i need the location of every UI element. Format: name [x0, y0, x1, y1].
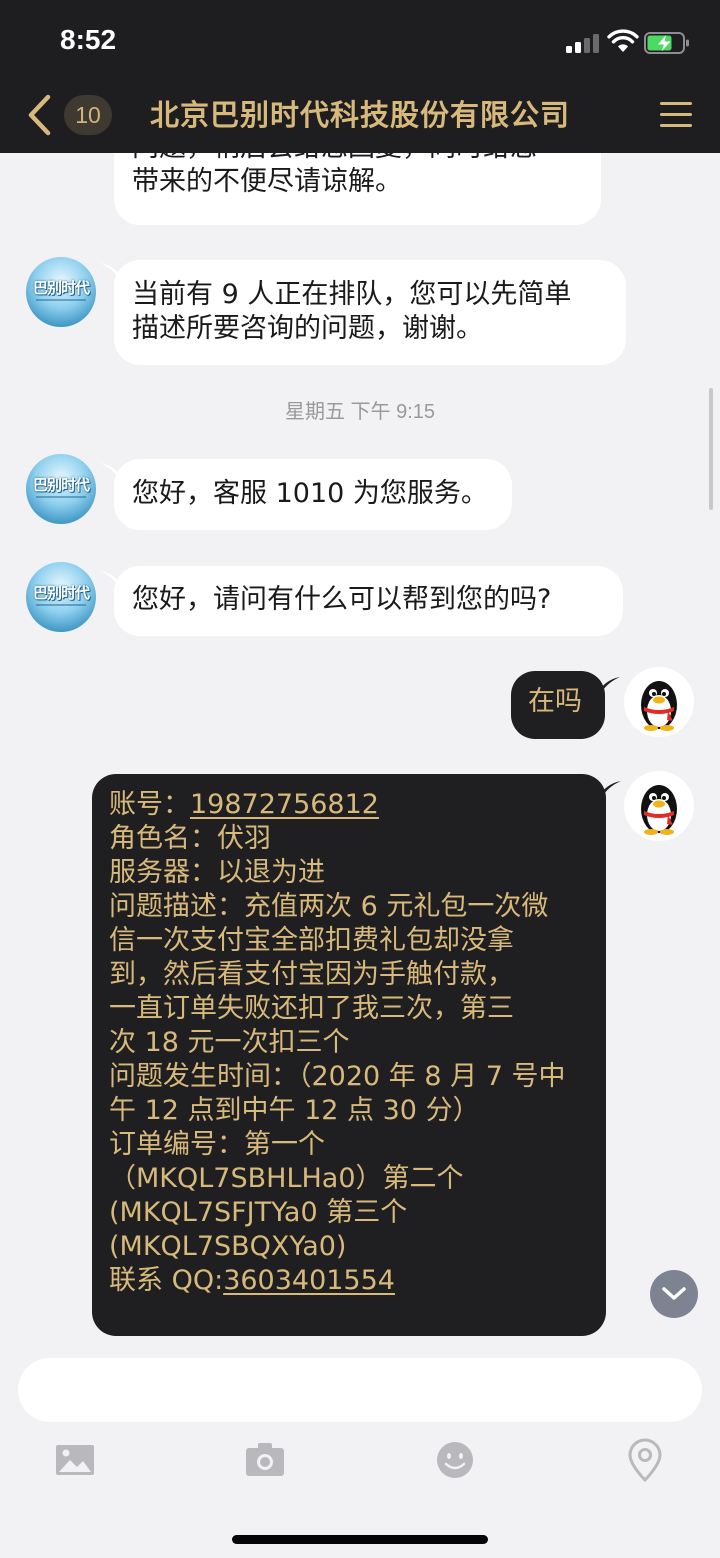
message-text: 问题，稍后会给您回复，同时给您 — [132, 153, 583, 165]
user-avatar[interactable] — [624, 771, 694, 841]
order-line: （MKQL7SBHLHa0）第二个 — [109, 1163, 464, 1194]
avatar-logo-text: 巴别时代 — [32, 584, 90, 602]
image-icon[interactable] — [55, 1440, 95, 1480]
account-label: 账号： — [109, 789, 190, 820]
location-icon[interactable] — [625, 1438, 665, 1482]
server-line: 服务器：以退为进 — [109, 857, 325, 888]
message-bubble-outgoing: 在吗 — [511, 671, 605, 739]
order-line: (MKQL7SBQXYa0) — [109, 1231, 347, 1262]
order-line: (MKQL7SFJTYa0 第三个 — [109, 1197, 408, 1228]
message-text: 您好，请问有什么可以帮到您的吗? — [132, 584, 552, 615]
message-text: 带来的不便尽请谅解。 — [132, 166, 402, 197]
scroll-to-bottom-button[interactable] — [650, 1270, 698, 1318]
order-line: 订单编号：第一个 — [109, 1129, 325, 1160]
penguin-icon — [641, 785, 677, 835]
account-line: 账号：19872756812 — [109, 788, 590, 822]
description-line: 问题描述：充值两次 6 元礼包一次微 — [109, 891, 549, 922]
status-time: 8:52 — [60, 24, 117, 55]
description-line: 到，然后看支付宝因为手触付款， — [109, 959, 514, 990]
cellular-signal-icon — [566, 33, 602, 53]
message-bubble-incoming: 问题，稍后会给您回复，同时给您 带来的不便尽请谅解。 — [114, 153, 601, 225]
account-phone-link[interactable]: 19872756812 — [190, 789, 379, 820]
message-bubble-incoming: 您好，客服 1010 为您服务。 — [114, 459, 512, 530]
time-line: 午 12 点到中午 12 点 30 分） — [109, 1095, 480, 1126]
company-avatar[interactable]: 巴别时代 — [26, 454, 96, 524]
wifi-icon — [607, 29, 639, 52]
home-indicator[interactable] — [232, 1535, 488, 1544]
description-line: 次 18 元一次扣三个 — [109, 1027, 350, 1058]
message-bubble-outgoing: 账号：19872756812 角色名：伏羽 服务器：以退为进 问题描述：充值两次… — [92, 774, 606, 1336]
message-bubble-incoming: 您好，请问有什么可以帮到您的吗? — [114, 566, 623, 636]
camera-icon[interactable] — [245, 1440, 285, 1480]
battery-charging-icon — [644, 32, 689, 54]
description-line: 信一次支付宝全部扣费礼包却没拿 — [109, 925, 514, 956]
chat-scroll-area[interactable]: 问题，稍后会给您回复，同时给您 带来的不便尽请谅解。 巴别时代 当前有 9 人正… — [0, 153, 720, 1358]
qq-number-link[interactable]: 3603401554 — [223, 1265, 395, 1296]
company-avatar[interactable]: 巴别时代 — [26, 257, 96, 327]
message-text: 在吗 — [528, 686, 582, 717]
avatar-logo-text: 巴别时代 — [32, 279, 90, 297]
message-text: 描述所要咨询的问题，谢谢。 — [132, 313, 483, 344]
user-avatar[interactable] — [624, 667, 694, 737]
chat-title: 北京巴别时代科技股份有限公司 — [149, 98, 570, 132]
role-line: 角色名：伏羽 — [109, 823, 271, 854]
back-chevron-icon[interactable] — [24, 93, 54, 137]
top-bar: 8:52 10 北京巴别时代科技股份有限公司 — [0, 0, 720, 153]
unread-count-badge[interactable]: 10 — [64, 95, 112, 135]
scroll-indicator[interactable] — [709, 388, 713, 510]
message-text: 您好，客服 1010 为您服务。 — [132, 478, 488, 509]
avatar-logo-text: 巴别时代 — [32, 476, 90, 494]
message-text: 当前有 9 人正在排队，您可以先简单 — [132, 279, 572, 310]
message-bubble-incoming: 当前有 9 人正在排队，您可以先简单 描述所要咨询的问题，谢谢。 — [114, 260, 626, 365]
emoji-icon[interactable] — [435, 1440, 475, 1480]
chevron-down-icon — [662, 1287, 686, 1300]
time-line: 问题发生时间：（2020 年 8 月 7 号中 — [109, 1061, 566, 1092]
qq-line: 联系 QQ:3603401554 — [109, 1264, 590, 1298]
company-avatar[interactable]: 巴别时代 — [26, 562, 96, 632]
qq-label: 联系 QQ: — [109, 1265, 224, 1296]
input-area — [0, 1358, 720, 1558]
menu-icon[interactable] — [660, 100, 692, 130]
description-line: 一直订单失败还扣了我三次，第三 — [109, 993, 514, 1024]
penguin-icon — [641, 681, 677, 731]
bubble-tail — [600, 677, 620, 695]
bubble-tail — [601, 781, 621, 799]
message-timestamp: 星期五 下午 9:15 — [284, 401, 436, 423]
message-input[interactable] — [18, 1358, 702, 1422]
